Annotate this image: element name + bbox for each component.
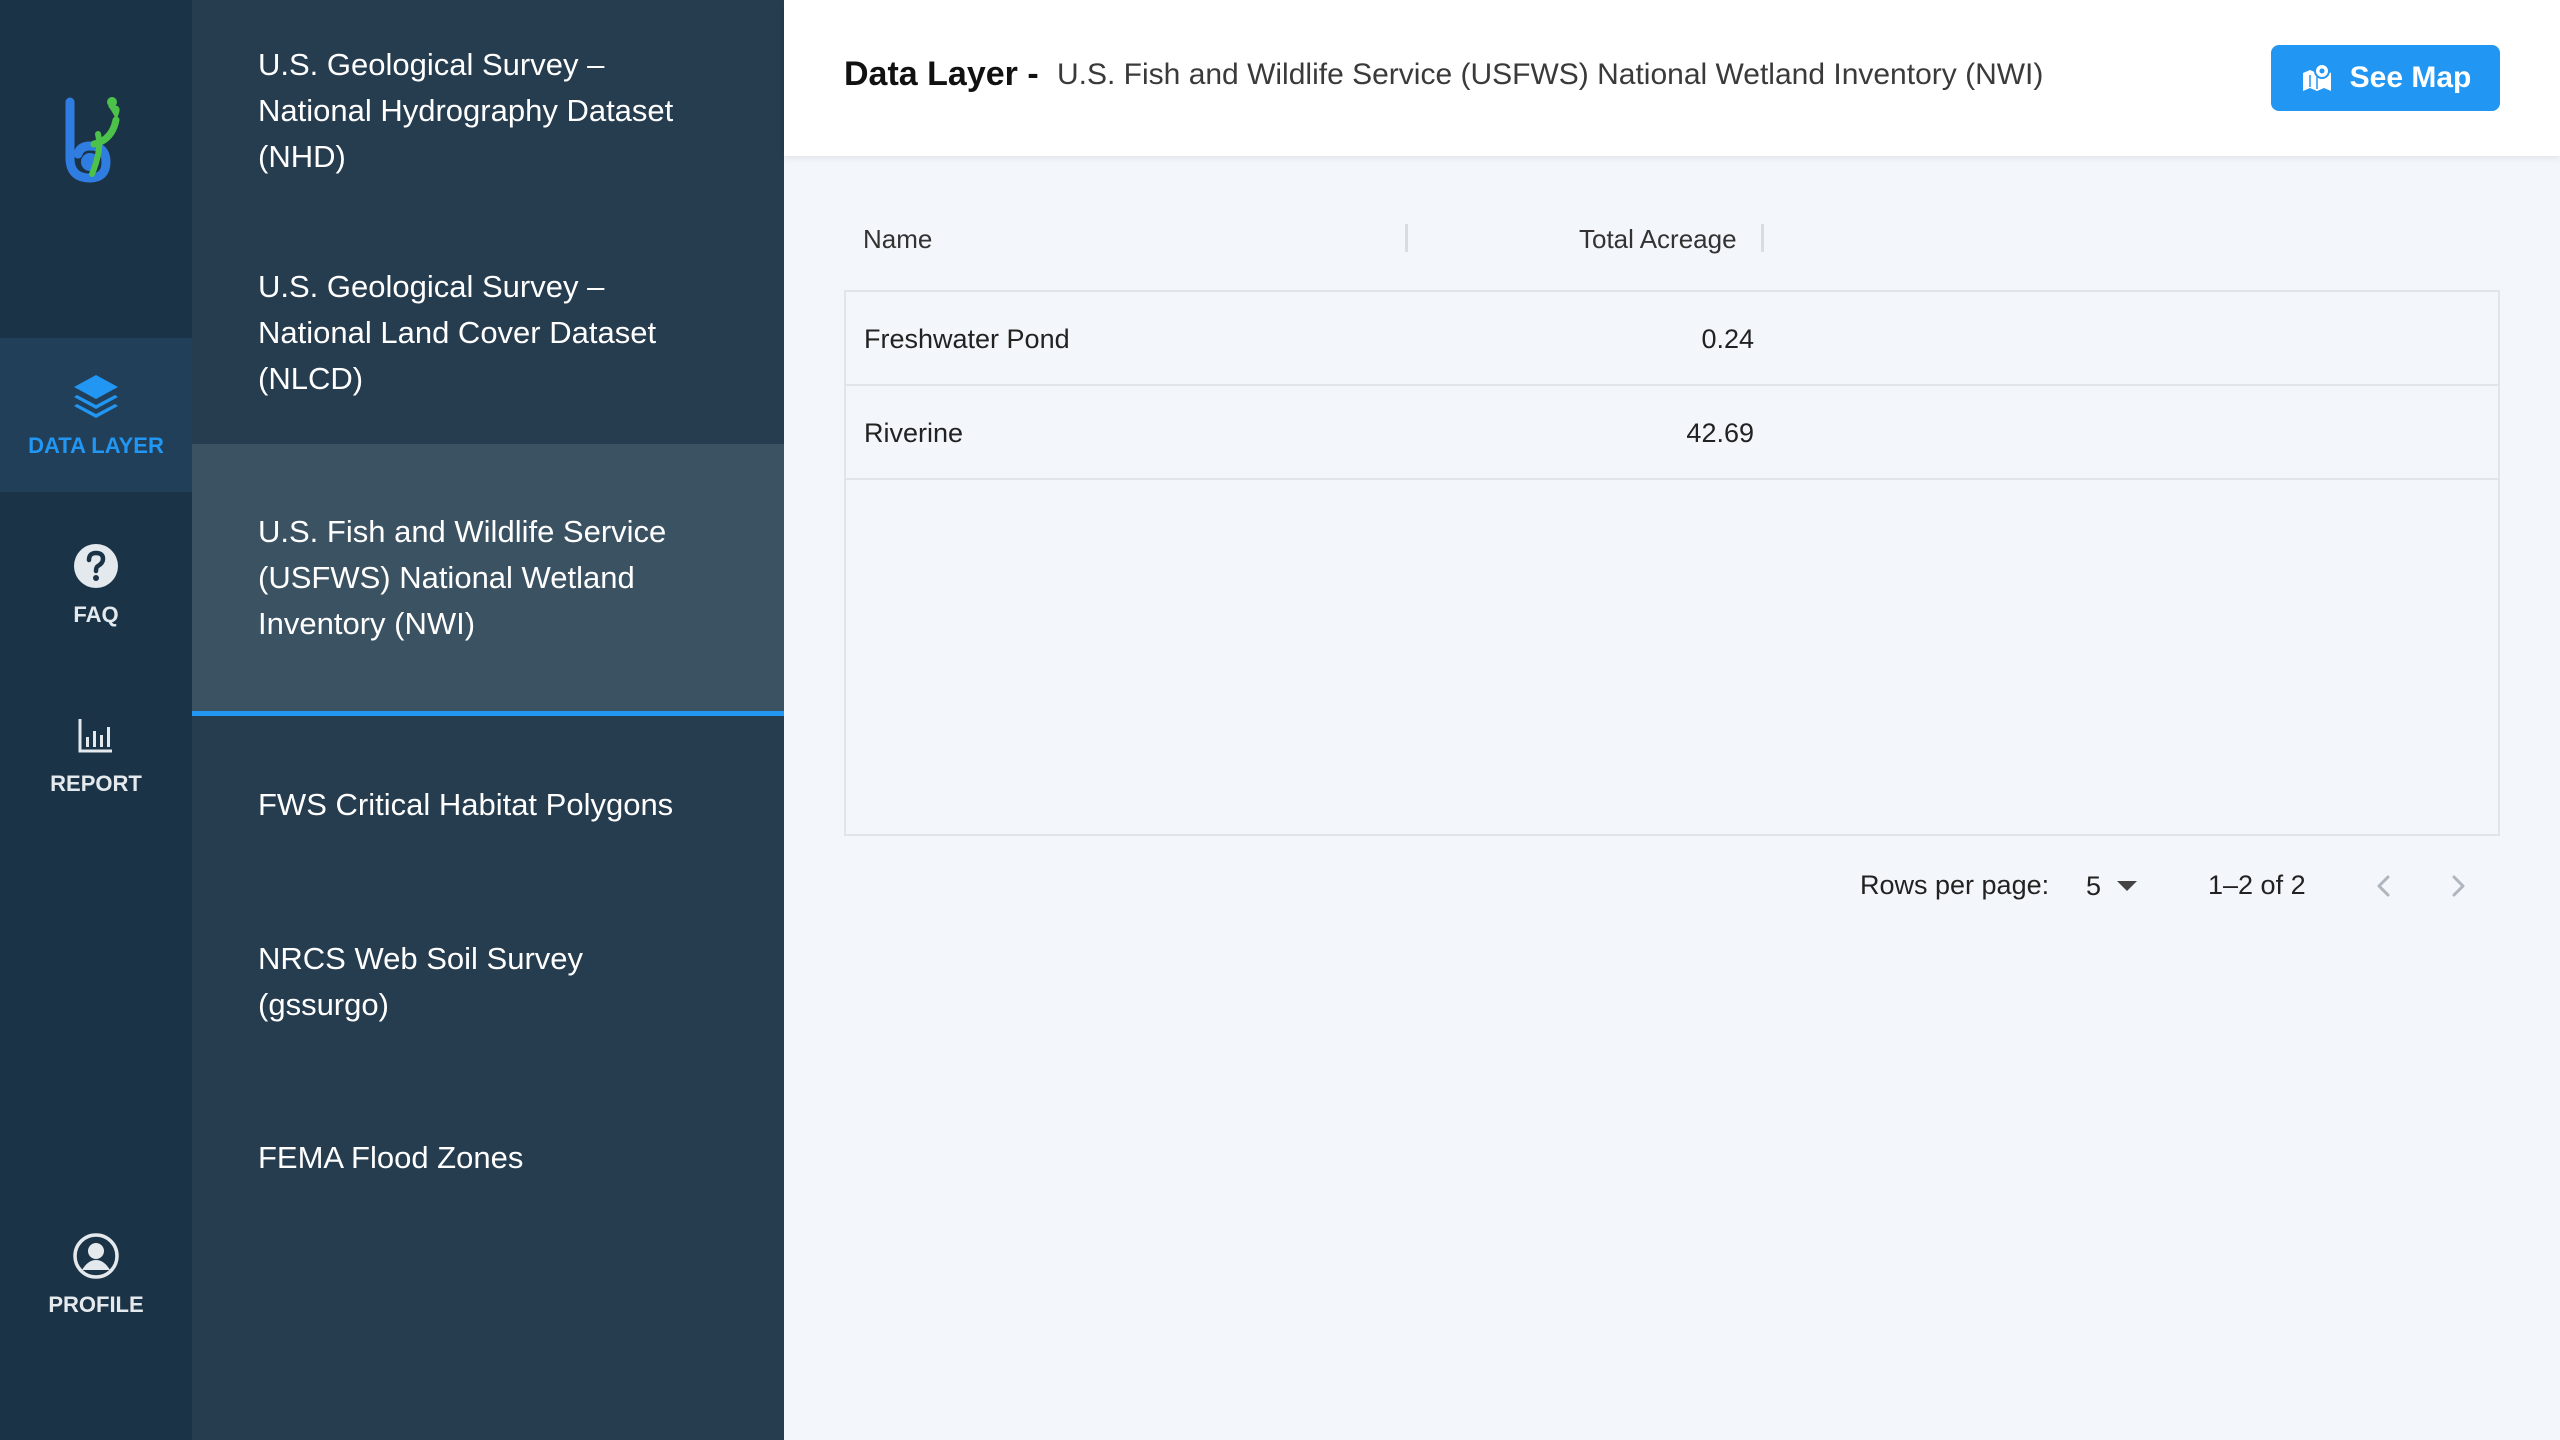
column-header-total-acreage[interactable]: Total Acreage (1579, 224, 1737, 255)
content-header: Data Layer - U.S. Fish and Wildlife Serv… (784, 0, 2560, 156)
page-title-value: U.S. Fish and Wildlife Service (USFWS) N… (1057, 58, 2044, 91)
table-row[interactable]: Riverine 42.69 (846, 386, 2498, 480)
pagination-range: 1–2 of 2 (2208, 870, 2306, 900)
bar-chart-icon (78, 719, 112, 753)
cell-acreage: 0.24 (1701, 324, 1754, 354)
app-root: DATA LAYER FAQ REPORT PROFILE U.S. Geolo… (0, 0, 2560, 1440)
layer-item-label: U.S. Geological Survey – National Hydrog… (258, 47, 674, 174)
see-map-button[interactable]: See Map (2271, 45, 2500, 111)
layer-item-label: FEMA Flood Zones (258, 1140, 524, 1175)
nav-rail: DATA LAYER FAQ REPORT PROFILE (0, 0, 192, 1440)
cell-name: Freshwater Pond (864, 324, 1070, 354)
nav-item-label: PROFILE (48, 1292, 144, 1317)
dropdown-caret-icon (2117, 881, 2138, 891)
nav-item-report[interactable]: REPORT (0, 676, 192, 830)
nav-item-label: DATA LAYER (28, 433, 164, 458)
nav-item-profile[interactable]: PROFILE (0, 1197, 192, 1351)
next-page-icon[interactable] (2440, 868, 2476, 904)
column-separator[interactable] (1405, 224, 1408, 252)
layers-icon (74, 375, 118, 418)
map-marker-icon (2302, 63, 2331, 91)
layer-item-label: NRCS Web Soil Survey (gssurgo) (258, 941, 584, 1022)
help-circle-icon (74, 544, 118, 588)
previous-page-icon[interactable] (2366, 868, 2402, 904)
data-table: Freshwater Pond 0.24 Riverine 42.69 (844, 290, 2500, 836)
logo-icon (65, 97, 120, 183)
layer-item-nlcd[interactable]: U.S. Geological Survey – National Land C… (192, 222, 784, 444)
app-logo (62, 96, 132, 186)
page-title-label: Data Layer - (844, 55, 1039, 93)
cell-acreage: 42.69 (1686, 418, 1754, 448)
layer-item-label: U.S. Geological Survey – National Land C… (258, 269, 657, 396)
column-separator[interactable] (1761, 224, 1764, 252)
see-map-label: See Map (2349, 61, 2472, 94)
rows-per-page-value: 5 (2086, 870, 2102, 901)
rows-per-page-label: Rows per page: (1860, 870, 2050, 900)
account-circle-icon (73, 1233, 119, 1279)
layer-item-flood-zones[interactable]: FEMA Flood Zones (192, 1070, 784, 1246)
layer-item-soil-survey[interactable]: NRCS Web Soil Survey (gssurgo) (192, 894, 784, 1070)
table-header: Name Total Acreage (844, 210, 2500, 270)
nav-item-label: REPORT (50, 771, 142, 796)
layer-item-nwi[interactable]: U.S. Fish and Wildlife Service (USFWS) N… (192, 444, 784, 716)
rows-per-page-select[interactable]: 5 (2086, 864, 2138, 908)
layer-item-critical-habitat[interactable]: FWS Critical Habitat Polygons (192, 716, 784, 894)
layer-item-nhd[interactable]: U.S. Geological Survey – National Hydrog… (192, 0, 784, 222)
cell-name: Riverine (864, 418, 964, 448)
table-row[interactable]: Freshwater Pond 0.24 (846, 292, 2498, 386)
table-pagination: Rows per page: 5 1–2 of 2 (844, 856, 2500, 916)
column-header-name[interactable]: Name (863, 224, 932, 255)
data-layer-list: U.S. Geological Survey – National Hydrog… (192, 0, 784, 1440)
nav-item-label: FAQ (73, 602, 119, 627)
layer-item-label: U.S. Fish and Wildlife Service (USFWS) N… (258, 513, 667, 641)
layer-item-label: FWS Critical Habitat Polygons (258, 787, 674, 822)
nav-item-data-layer[interactable]: DATA LAYER (0, 338, 192, 492)
nav-item-faq[interactable]: FAQ (0, 507, 192, 661)
